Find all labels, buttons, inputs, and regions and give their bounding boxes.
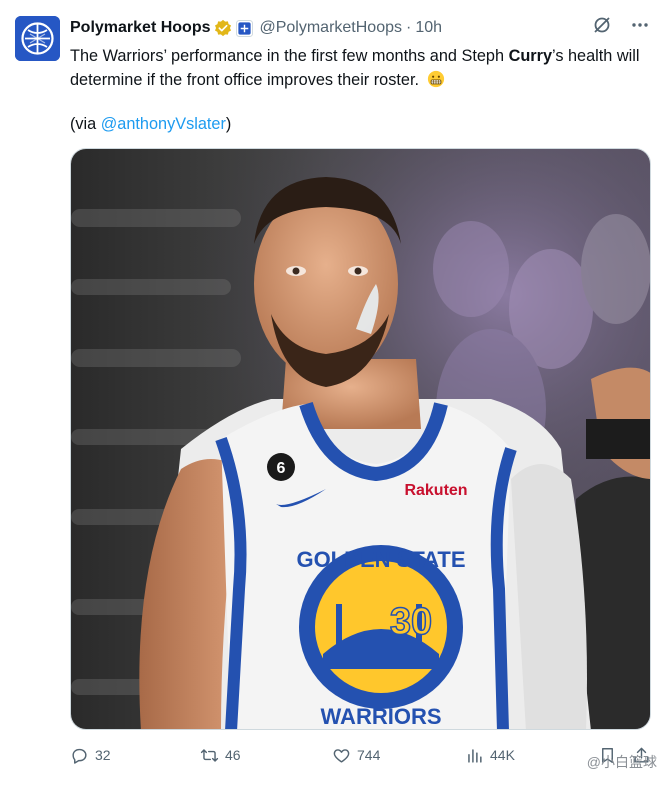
repost-count: 46 xyxy=(225,747,241,763)
views-icon xyxy=(468,748,482,763)
jersey-top-text: GOLDEN STATE xyxy=(296,547,465,572)
grok-icon[interactable] xyxy=(591,14,613,36)
tweet-image[interactable]: 6 Rakuten GOLDEN STATE 30 WARRIORS xyxy=(70,148,651,730)
polymarket-logo-icon xyxy=(15,16,60,61)
tweet-time[interactable]: 10h xyxy=(415,19,442,37)
jersey-number-text: 30 xyxy=(390,601,432,643)
author-handle[interactable]: @PolymarketHoops xyxy=(259,19,402,37)
like-button[interactable]: 744 xyxy=(332,740,380,770)
tweet-actions: 32 46 744 44K xyxy=(70,740,651,770)
jersey-patch-text: 6 xyxy=(277,460,286,477)
reply-icon xyxy=(72,748,87,764)
affiliate-badge-icon xyxy=(236,19,254,37)
tweet-header: Polymarket Hoops @PolymarketHoops · 10h xyxy=(70,16,647,40)
tweet-text-bold: Curry xyxy=(508,47,553,65)
repost-button[interactable]: 46 xyxy=(200,740,241,770)
header-actions xyxy=(591,14,651,36)
more-icon[interactable] xyxy=(629,14,651,36)
reply-button[interactable]: 32 xyxy=(70,740,111,770)
verified-gold-icon xyxy=(215,19,232,37)
jersey-sponsor-text: Rakuten xyxy=(404,482,467,499)
avatar[interactable] xyxy=(15,16,60,61)
tweet-text-part1: The Warriors’ performance in the first f… xyxy=(70,47,509,65)
via-line: (via @anthonyVslater) xyxy=(70,112,231,136)
author-name[interactable]: Polymarket Hoops xyxy=(70,19,210,37)
views-button[interactable]: 44K xyxy=(465,740,515,770)
via-suffix: ) xyxy=(225,115,232,133)
like-count: 744 xyxy=(357,747,381,763)
views-count: 44K xyxy=(490,747,515,763)
jersey-bottom-text: WARRIORS xyxy=(321,704,442,729)
tweet-text: The Warriors’ performance in the first f… xyxy=(70,44,650,92)
via-prefix: (via xyxy=(70,115,101,133)
like-icon xyxy=(333,748,350,763)
watermark-text: @小白篮球 xyxy=(586,754,657,770)
tweet: Polymarket Hoops @PolymarketHoops · 10h xyxy=(0,0,667,786)
repost-icon xyxy=(200,748,219,762)
via-mention-link[interactable]: @anthonyVslater xyxy=(101,115,226,133)
separator: · xyxy=(406,19,412,36)
watermark: @小白篮球 xyxy=(587,752,657,772)
grimacing-face-icon xyxy=(427,70,444,88)
reply-count: 32 xyxy=(95,747,111,763)
